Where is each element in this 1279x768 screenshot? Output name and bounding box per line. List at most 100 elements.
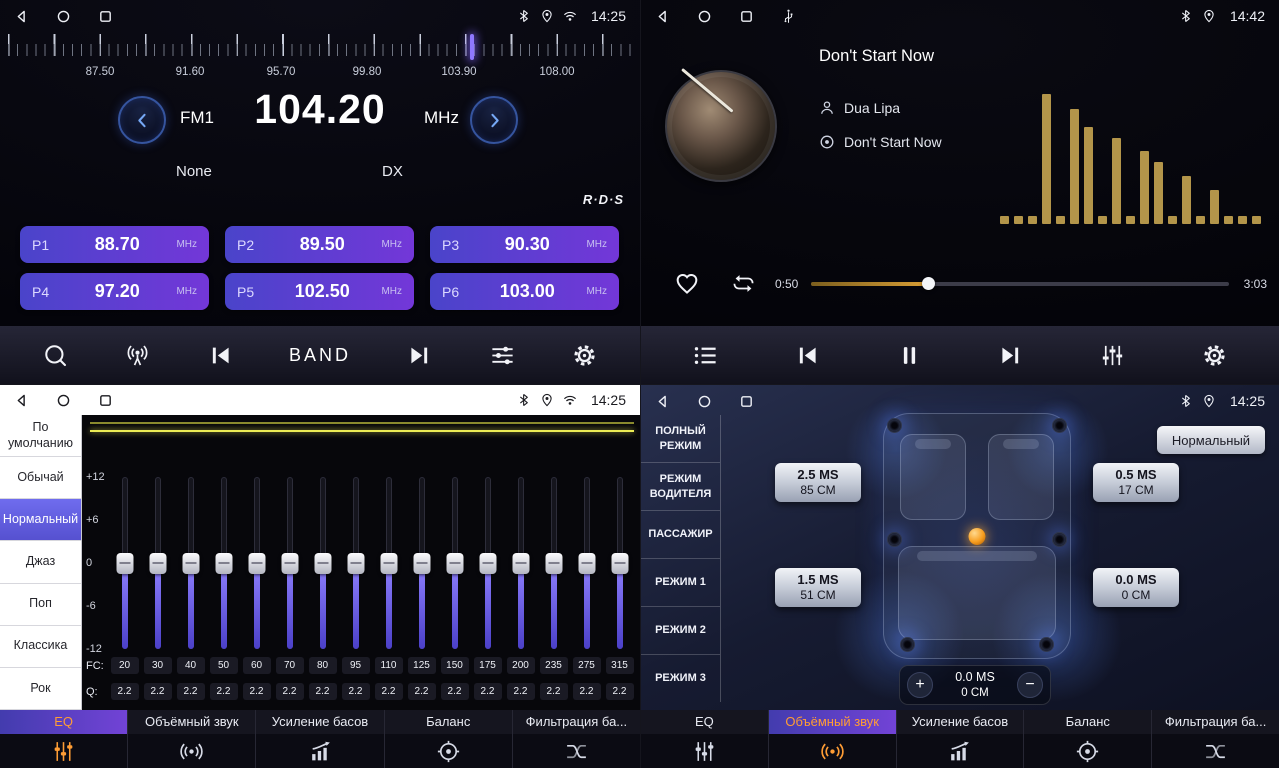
eq-band-slider-150[interactable]	[438, 477, 471, 649]
tab-bass-boost-right[interactable]: Усиление басов	[897, 710, 1025, 768]
recents-icon[interactable]	[98, 393, 113, 408]
slider-handle[interactable]	[512, 553, 529, 574]
slider-handle[interactable]	[248, 553, 265, 574]
home-icon[interactable]	[56, 9, 71, 24]
album-art[interactable]	[665, 70, 777, 182]
playlist-button[interactable]	[692, 342, 719, 369]
sound-preset-badge[interactable]: Нормальный	[1157, 426, 1265, 454]
eq-band-slider-60[interactable]	[240, 477, 273, 649]
eq-settings-button[interactable]	[1099, 342, 1126, 369]
tune-down-button[interactable]	[118, 96, 166, 144]
sound-mode-item-1[interactable]: ПОЛНЫЙ РЕЖИМ	[641, 415, 720, 463]
next-button[interactable]	[406, 342, 433, 369]
delay-front-left-button[interactable]: 2.5 MS 85 CM	[775, 463, 861, 502]
recents-icon[interactable]	[739, 394, 754, 409]
pause-button[interactable]	[896, 342, 923, 369]
tab-filter-left[interactable]: Фильтрация ба...	[513, 710, 640, 768]
eq-preset-item[interactable]: Нормальный	[0, 499, 81, 541]
favorite-button[interactable]	[673, 269, 701, 300]
scan-button[interactable]	[42, 342, 69, 369]
slider-handle[interactable]	[611, 553, 628, 574]
slider-handle[interactable]	[116, 553, 133, 574]
slider-handle[interactable]	[578, 553, 595, 574]
seek-bar-knob[interactable]	[922, 277, 935, 290]
back-icon[interactable]	[14, 393, 29, 408]
eq-preset-item[interactable]: Обычай	[0, 457, 81, 499]
listening-position-ball[interactable]	[969, 528, 986, 545]
eq-band-slider-315[interactable]	[603, 477, 636, 649]
home-icon[interactable]	[697, 9, 712, 24]
tab-eq-left[interactable]: EQ	[0, 710, 128, 768]
prev-button[interactable]	[207, 342, 234, 369]
eq-band-slider-50[interactable]	[207, 477, 240, 649]
eq-band-slider-20[interactable]	[108, 477, 141, 649]
eq-band-slider-110[interactable]	[372, 477, 405, 649]
tune-up-button[interactable]	[470, 96, 518, 144]
sound-mode-item-5[interactable]: РЕЖИМ 2	[641, 607, 720, 655]
next-track-button[interactable]	[997, 342, 1024, 369]
slider-handle[interactable]	[413, 553, 430, 574]
slider-handle[interactable]	[149, 553, 166, 574]
eq-band-slider-175[interactable]	[471, 477, 504, 649]
eq-band-slider-70[interactable]	[273, 477, 306, 649]
eq-band-slider-95[interactable]	[339, 477, 372, 649]
eq-band-slider-30[interactable]	[141, 477, 174, 649]
settings-button[interactable]	[571, 342, 598, 369]
eq-band-slider-40[interactable]	[174, 477, 207, 649]
eq-band-slider-80[interactable]	[306, 477, 339, 649]
slider-handle[interactable]	[347, 553, 364, 574]
tab-eq-right[interactable]: EQ	[641, 710, 769, 768]
sound-mode-item-4[interactable]: РЕЖИМ 1	[641, 559, 720, 607]
eq-preset-item[interactable]: Классика	[0, 626, 81, 668]
eq-band-slider-235[interactable]	[537, 477, 570, 649]
eq-preset-item[interactable]: Джаз	[0, 541, 81, 583]
back-icon[interactable]	[14, 9, 29, 24]
broadcast-button[interactable]	[124, 342, 151, 369]
slider-handle[interactable]	[281, 553, 298, 574]
delay-rear-right-button[interactable]: 0.0 MS 0 CM	[1093, 568, 1179, 607]
preset-button-p2[interactable]: P289.50MHz	[225, 226, 414, 263]
eq-preset-item[interactable]: Рок	[0, 668, 81, 710]
preset-button-p4[interactable]: P497.20MHz	[20, 273, 209, 310]
back-icon[interactable]	[655, 9, 670, 24]
slider-handle[interactable]	[380, 553, 397, 574]
band-button[interactable]: BAND	[289, 345, 351, 366]
tab-surround-right[interactable]: Объёмный звук	[769, 710, 897, 768]
sound-mode-item-2[interactable]: РЕЖИМ ВОДИТЕЛЯ	[641, 463, 720, 511]
delay-front-right-button[interactable]: 0.5 MS 17 CM	[1093, 463, 1179, 502]
home-icon[interactable]	[697, 394, 712, 409]
eq-band-slider-200[interactable]	[504, 477, 537, 649]
preset-button-p1[interactable]: P188.70MHz	[20, 226, 209, 263]
tab-filter-right[interactable]: Фильтрация ба...	[1152, 710, 1279, 768]
repeat-button[interactable]	[731, 271, 756, 299]
slider-handle[interactable]	[182, 553, 199, 574]
preset-button-p3[interactable]: P390.30MHz	[430, 226, 619, 263]
settings-button[interactable]	[1201, 342, 1228, 369]
seek-bar[interactable]	[811, 282, 1229, 286]
sound-mode-item-3[interactable]: ПАССАЖИР	[641, 511, 720, 559]
slider-handle[interactable]	[479, 553, 496, 574]
tab-bass-boost-left[interactable]: Усиление басов	[256, 710, 384, 768]
eq-band-slider-275[interactable]	[570, 477, 603, 649]
eq-preset-item[interactable]: Поп	[0, 584, 81, 626]
slider-handle[interactable]	[314, 553, 331, 574]
eq-preset-item[interactable]: По умолчанию	[0, 415, 81, 457]
back-icon[interactable]	[655, 394, 670, 409]
recents-icon[interactable]	[98, 9, 113, 24]
slider-handle[interactable]	[446, 553, 463, 574]
delay-rear-left-button[interactable]: 1.5 MS 51 CM	[775, 568, 861, 607]
prev-track-button[interactable]	[794, 342, 821, 369]
tab-surround-left[interactable]: Объёмный звук	[128, 710, 256, 768]
slider-handle[interactable]	[215, 553, 232, 574]
sound-mode-item-6[interactable]: РЕЖИМ 3	[641, 655, 720, 702]
tab-balance-left[interactable]: Баланс	[385, 710, 513, 768]
eq-band-slider-125[interactable]	[405, 477, 438, 649]
preset-button-p5[interactable]: P5102.50MHz	[225, 273, 414, 310]
eq-settings-button[interactable]	[489, 342, 516, 369]
recents-icon[interactable]	[739, 9, 754, 24]
tab-balance-right[interactable]: Баланс	[1024, 710, 1152, 768]
slider-handle[interactable]	[545, 553, 562, 574]
delay-increase-button[interactable]: +	[907, 672, 933, 698]
preset-button-p6[interactable]: P6103.00MHz	[430, 273, 619, 310]
home-icon[interactable]	[56, 393, 71, 408]
